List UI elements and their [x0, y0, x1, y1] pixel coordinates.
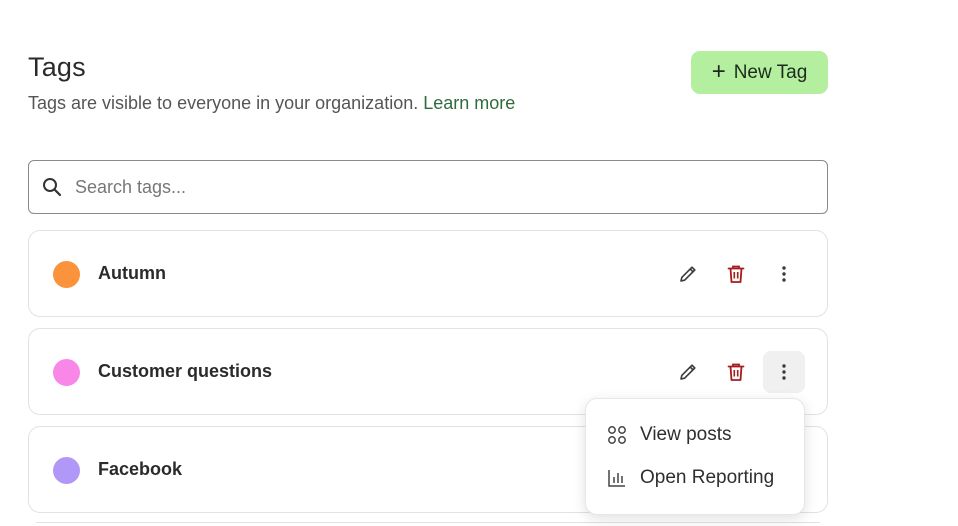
tag-name: Customer questions — [98, 361, 273, 381]
tag-row-partial — [36, 522, 820, 526]
pencil-icon — [680, 364, 696, 380]
tag-name: Facebook — [98, 459, 183, 479]
page-header: Tags Tags are visible to everyone in you… — [28, 50, 828, 120]
trash-icon — [727, 265, 745, 283]
edit-tag-button[interactable] — [667, 351, 709, 393]
search-icon — [29, 177, 75, 197]
edit-tag-button[interactable] — [667, 253, 709, 295]
learn-more-link[interactable]: Learn more — [423, 93, 515, 113]
trash-icon — [727, 363, 745, 381]
tag-color-dot — [53, 359, 80, 386]
menu-item-open-reporting[interactable]: Open Reporting — [586, 456, 804, 499]
tag-actions — [667, 253, 805, 295]
tag-color-dot — [53, 261, 80, 288]
delete-tag-button[interactable] — [715, 351, 757, 393]
delete-tag-button[interactable] — [715, 253, 757, 295]
more-options-button[interactable] — [763, 253, 805, 295]
subtitle-text: Tags are visible to everyone in your org… — [28, 93, 419, 113]
more-vertical-icon — [782, 266, 786, 282]
tag-actions — [667, 351, 805, 393]
grid-icon — [606, 424, 628, 446]
new-tag-button[interactable]: + New Tag — [691, 51, 828, 94]
pencil-icon — [680, 266, 696, 282]
tag-row-autumn: Autumn — [28, 230, 828, 317]
more-options-button[interactable] — [763, 351, 805, 393]
new-tag-label: New Tag — [733, 61, 808, 83]
menu-item-label: Open Reporting — [640, 466, 775, 488]
menu-item-label: View posts — [640, 423, 732, 445]
bar-chart-icon — [606, 467, 628, 489]
tag-name: Autumn — [98, 263, 166, 283]
search-box — [28, 160, 828, 214]
tag-options-menu: View posts Open Reporting — [585, 398, 805, 515]
page-subtitle: Tags are visible to everyone in your org… — [28, 93, 515, 114]
tag-color-dot — [53, 457, 80, 484]
menu-item-view-posts[interactable]: View posts — [586, 413, 804, 456]
search-input[interactable] — [75, 176, 827, 198]
more-vertical-icon — [782, 364, 786, 380]
plus-icon: + — [711, 57, 726, 85]
page-title: Tags — [28, 52, 86, 82]
